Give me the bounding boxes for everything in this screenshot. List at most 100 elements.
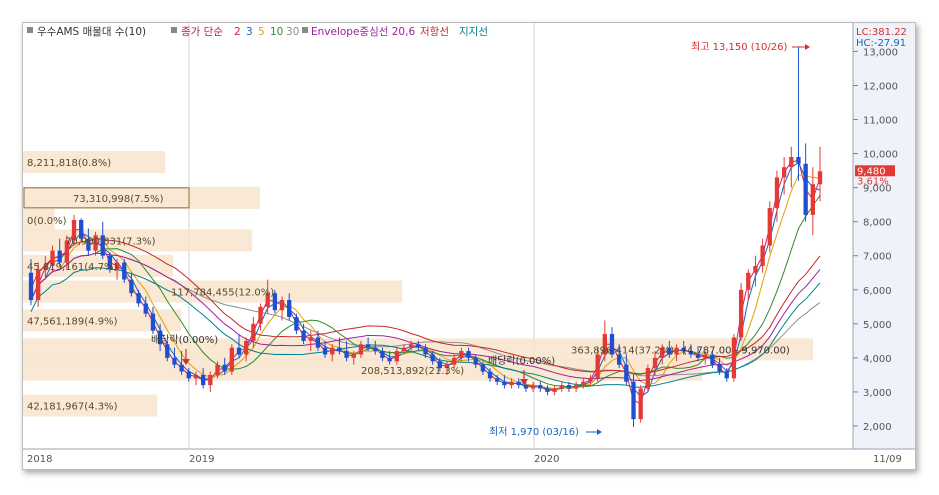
candle-body <box>222 364 227 372</box>
candle-body <box>717 364 722 372</box>
candle-body <box>136 293 141 304</box>
candle-body <box>516 381 521 386</box>
candle-body <box>179 364 184 372</box>
candle-body <box>186 371 191 379</box>
lc-readout: LC:381.22 <box>856 27 907 38</box>
candle-body <box>236 347 242 355</box>
candle-body <box>193 374 199 379</box>
candle-body <box>538 385 543 389</box>
y-tick-label: 10,000 <box>863 150 898 161</box>
candle-body <box>724 371 729 379</box>
x-axis-panel <box>23 449 915 469</box>
candle-body <box>430 354 435 362</box>
chart-window: 2,000 3,000 4,000 5,000 6,000 7,000 8,000 9,000… <box>22 22 916 470</box>
legend-envelope: Envelope중심선 20,6 <box>311 26 415 38</box>
high-label: 최고 13,150 (10/26) <box>691 41 787 53</box>
candle-body <box>631 381 636 420</box>
candle-body <box>165 344 170 358</box>
legend-ma-5: 5 <box>258 26 265 38</box>
candle-body <box>365 344 371 348</box>
candle-body <box>244 340 249 355</box>
candle-body <box>229 347 234 372</box>
candle-body <box>337 347 342 352</box>
y-tick-label: 6,000 <box>863 286 892 297</box>
candle-body <box>638 388 643 420</box>
candle-body <box>588 378 593 382</box>
candle-body <box>322 347 328 355</box>
candle-body <box>495 378 500 382</box>
candle-body <box>279 299 285 311</box>
candle-body <box>674 347 679 355</box>
x-tick-label: 2020 <box>534 454 559 465</box>
candle-body <box>459 351 464 358</box>
legend-ma-3: 3 <box>246 26 253 38</box>
candle-body <box>746 272 751 290</box>
current-change: 3.61% <box>857 176 889 187</box>
volume-profile-label: 47,561,189(4.9%) <box>27 316 118 327</box>
candle-body <box>387 357 392 362</box>
candle-body <box>753 265 758 273</box>
legend-ma-label: 종가 단순 <box>181 26 223 38</box>
candle-body <box>595 354 600 379</box>
candle-body <box>394 351 399 362</box>
candle-body <box>409 344 414 348</box>
candle-body <box>796 156 801 164</box>
volume-profile-label: 0(0.0%) <box>27 216 67 227</box>
legend-ma-10: 10 <box>270 26 283 38</box>
y-tick-label: 5,000 <box>863 320 892 331</box>
volume-profile-label: 117,784,455(12.0%) <box>171 287 274 298</box>
volume-profile-label: 73,310,998(7.5%) <box>73 194 164 205</box>
y-tick-label: 2,000 <box>863 422 892 433</box>
dividend-label-1: 배당락(0.00%) <box>151 334 218 346</box>
volume-profile-label: 45,819,161(4.7%) <box>27 262 118 273</box>
candle-body <box>624 364 629 382</box>
x-tick-label: 2019 <box>189 454 214 465</box>
candle-body <box>423 347 428 355</box>
volume-profile-label: 208,513,892(21.3%) <box>361 366 464 377</box>
low-label: 최저 1,970 (03/16) <box>489 426 579 438</box>
candle-body <box>466 351 471 358</box>
hc-readout: HC:-27.91 <box>856 38 906 49</box>
candle-body <box>559 385 564 389</box>
y-tick-label: 7,000 <box>863 252 892 263</box>
candle-body <box>774 177 780 209</box>
candle-body <box>645 368 651 389</box>
y-tick-label: 3,000 <box>863 388 892 399</box>
candle-body <box>28 272 34 300</box>
volume-profile-label: 363,896,414(37.2%) <box>571 345 674 356</box>
candle-body <box>36 269 41 300</box>
candle-body <box>258 306 263 324</box>
stock-chart[interactable]: 2,0003,0004,0005,0006,0007,0008,0009,000… <box>23 23 915 469</box>
volume-profile-label: 42,181,967(4.3%) <box>27 402 118 413</box>
candle-body <box>150 313 156 331</box>
dividend-label-2: 배당락(0.00%) <box>488 355 555 367</box>
x-tick-label: 2018 <box>27 454 52 465</box>
candle-body <box>330 347 335 355</box>
candle-body <box>573 385 579 389</box>
candle-body <box>581 381 586 386</box>
candle-body <box>351 354 356 358</box>
candle-body <box>57 250 62 263</box>
candle-body <box>545 388 550 392</box>
legend-ma-30: 30 <box>286 26 299 38</box>
candle-body <box>358 344 364 355</box>
vp-range-label: (4,787.00 - 9,970.00) <box>683 345 790 356</box>
candle-body <box>803 163 808 215</box>
candle-body <box>652 357 658 369</box>
candle-body <box>789 156 794 168</box>
candle-body <box>172 357 177 365</box>
candle-body <box>373 347 378 352</box>
candle-body <box>810 184 815 215</box>
y-tick-label: 8,000 <box>863 218 892 229</box>
candle-body <box>308 337 313 341</box>
candle-body <box>344 351 349 358</box>
candle-body <box>452 357 457 365</box>
candle-body <box>509 381 514 386</box>
candle-body <box>416 344 421 348</box>
x-tick-label: 11/09 <box>873 454 902 465</box>
candle-body <box>473 357 478 365</box>
legend-resistance: 저항선 <box>420 26 449 38</box>
candle-body <box>380 351 385 358</box>
candle-body <box>401 347 407 352</box>
candle-body <box>502 381 507 386</box>
